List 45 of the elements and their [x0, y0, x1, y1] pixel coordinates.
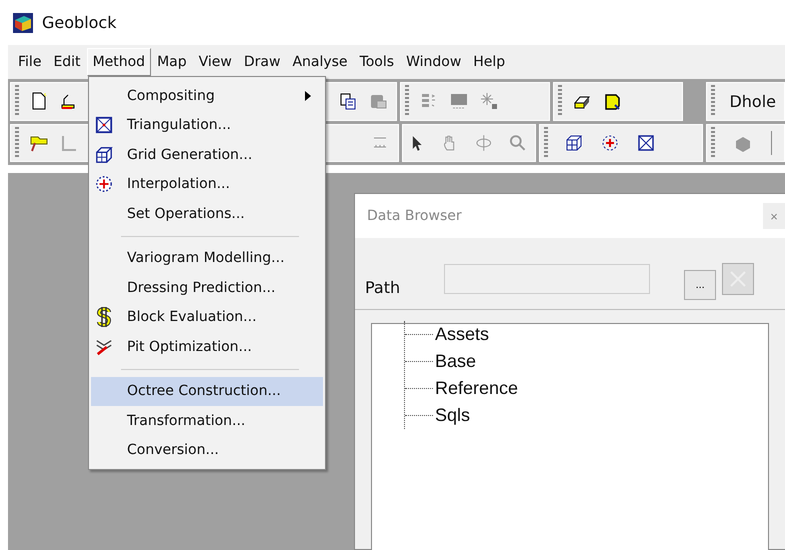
menu-item[interactable]: Pit Optimization...	[91, 332, 323, 362]
target-icon[interactable]	[600, 132, 620, 153]
app-logo-icon	[12, 12, 34, 34]
menu-item[interactable]: Variogram Modelling...	[91, 244, 323, 273]
menu-bar-item[interactable]: Map	[151, 48, 193, 76]
menu-item[interactable]: Octree Construction...	[91, 376, 323, 406]
menu-bar-item[interactable]: Draw	[238, 48, 286, 76]
menu-bar-item[interactable]: Method	[86, 48, 152, 76]
target-icon	[95, 175, 113, 194]
triangulation-icon[interactable]	[636, 132, 656, 153]
tree-item[interactable]: Base	[433, 351, 476, 372]
window-title: Geoblock	[42, 13, 116, 32]
dollar-icon	[95, 307, 113, 328]
menu-bar-item[interactable]: View	[192, 48, 238, 76]
grid-cube-icon[interactable]	[564, 132, 584, 153]
path-label: Path	[365, 278, 400, 297]
pit-tool-icon	[95, 338, 113, 356]
menu-item[interactable]: Triangulation...	[91, 110, 323, 140]
menu-item[interactable]: Set Operations...	[91, 199, 323, 228]
menu-bar-item[interactable]: Analyse	[286, 48, 354, 76]
triangulation-icon	[95, 116, 113, 134]
browse-button[interactable]: ...	[684, 270, 716, 300]
menu-item[interactable]: Block Evaluation...	[91, 302, 323, 332]
tree-item[interactable]: Assets	[433, 324, 490, 345]
menu-item[interactable]: Compositing	[91, 81, 323, 110]
menu-item[interactable]: Interpolation...	[91, 170, 323, 199]
menu-item[interactable]: Transformation...	[91, 406, 323, 436]
menu-bar-item[interactable]: File	[12, 48, 48, 76]
sparkle-icon	[478, 91, 499, 112]
screen-icon	[448, 91, 469, 112]
window-title: Data Browser	[367, 208, 462, 224]
menu-bar-item[interactable]: Help	[467, 48, 512, 76]
menu-bar-item[interactable]: Edit	[47, 48, 87, 76]
menu-item[interactable]: Dressing Prediction...	[91, 273, 323, 302]
combo-text[interactable]: Dhole	[729, 92, 776, 111]
path-field[interactable]	[444, 264, 650, 294]
grid-cube-icon	[95, 146, 113, 164]
tree-item[interactable]: Sqls	[433, 405, 470, 426]
menu-item[interactable]: Grid Generation...	[91, 140, 323, 170]
paste-icon[interactable]	[338, 91, 358, 112]
menu-bar-item[interactable]: Tools	[354, 48, 400, 76]
submenu-arrow-icon	[305, 90, 311, 101]
menu-bar-item[interactable]: Window	[400, 48, 468, 76]
tree-item[interactable]: Reference	[433, 378, 518, 399]
menu-item[interactable]: Conversion...	[91, 436, 323, 465]
